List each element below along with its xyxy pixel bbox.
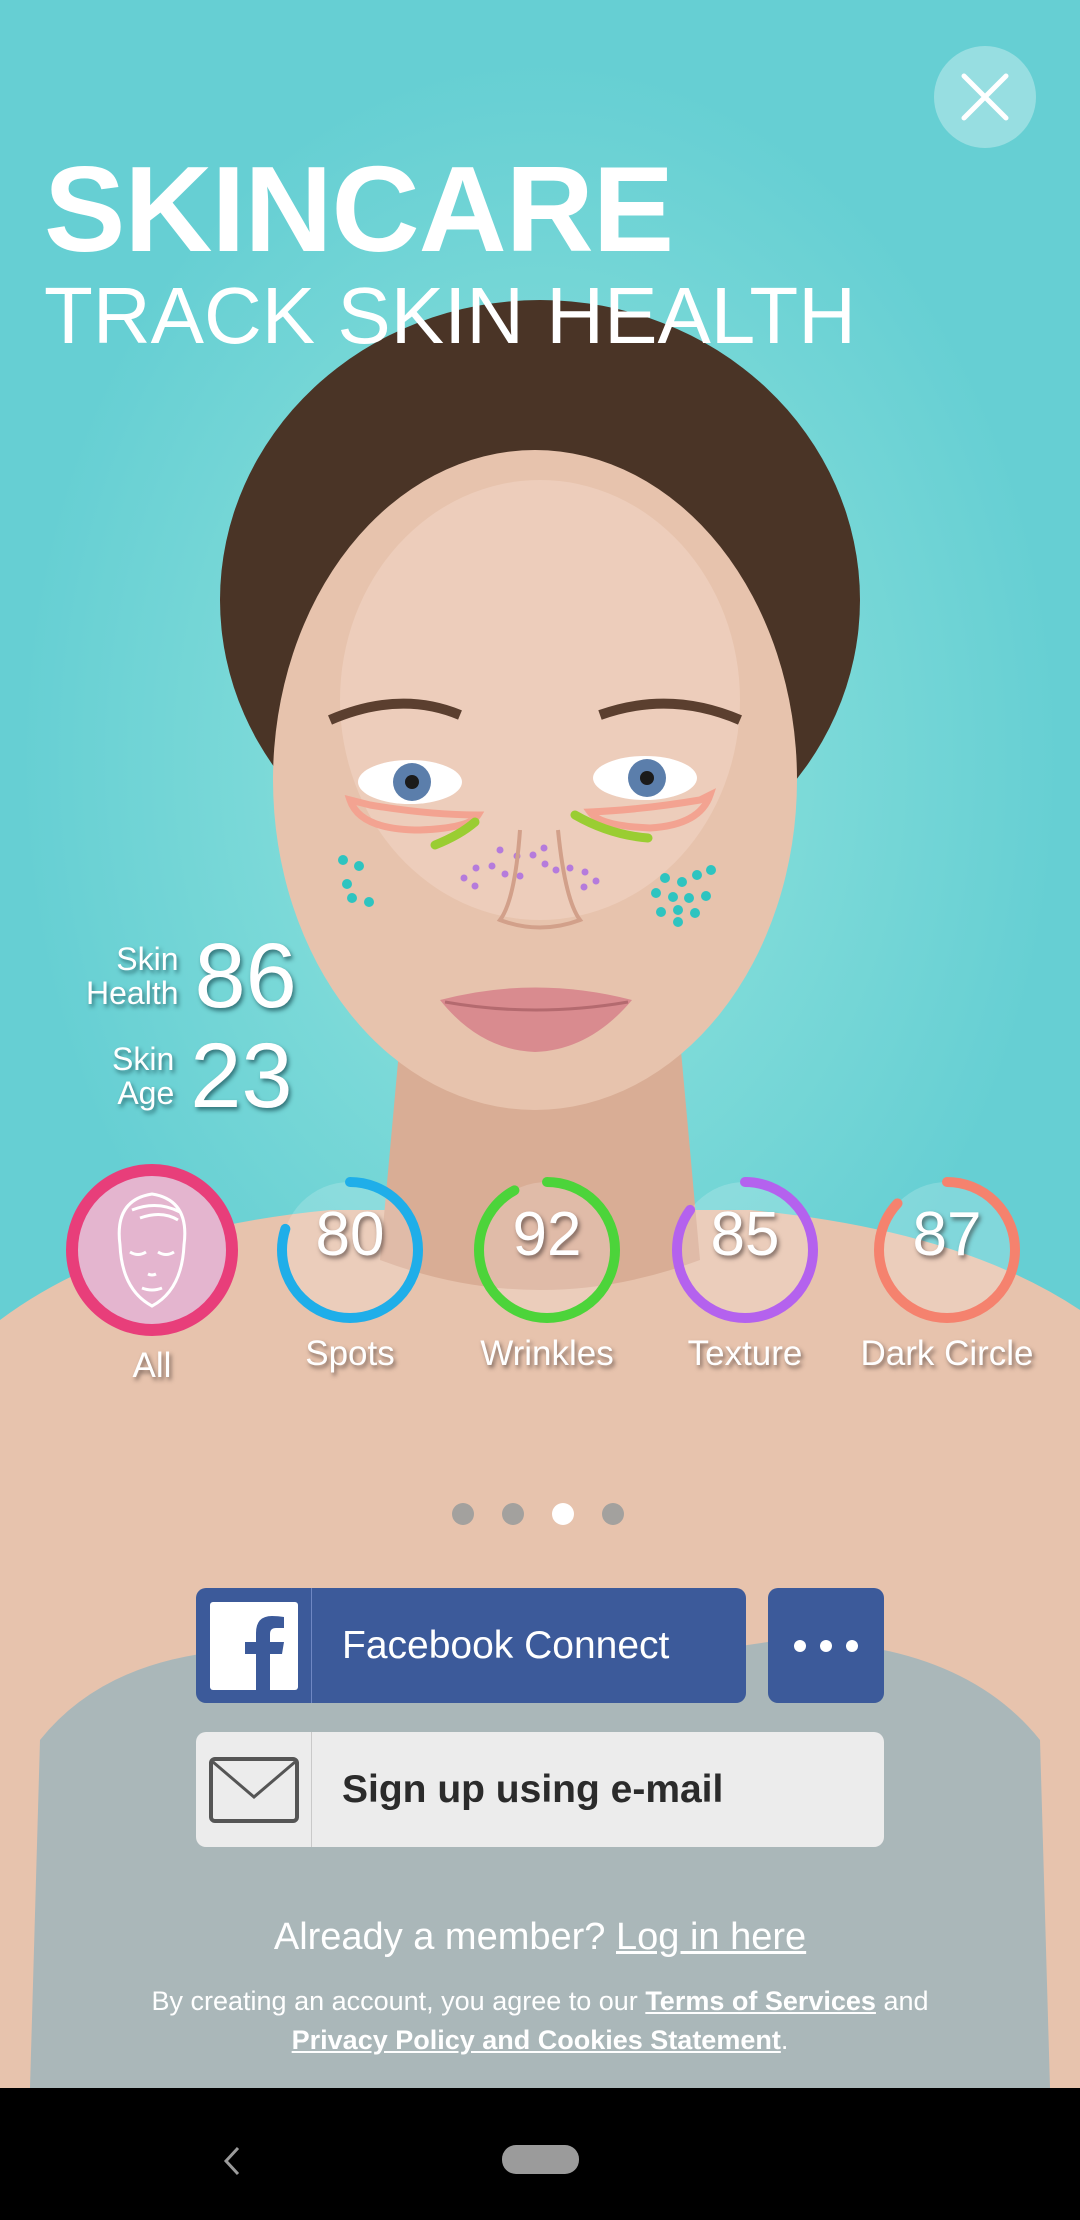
login-link[interactable]: Log in here [616, 1916, 806, 1958]
home-pill-icon[interactable] [502, 2145, 579, 2174]
legal-and: and [875, 1986, 929, 2016]
page-subtitle: TRACK SKIN HEALTH [44, 271, 856, 360]
mail-icon [208, 1756, 299, 1823]
skin-age-label-line1: Skin [112, 1041, 175, 1077]
legal-suffix: . [780, 2025, 789, 2055]
metric-label: Texture [687, 1334, 803, 1373]
metric-label: Wrinkles [480, 1334, 614, 1373]
more-options-button[interactable] [768, 1588, 884, 1703]
close-icon [961, 73, 1009, 121]
more-horizontal-icon-dot [820, 1639, 832, 1652]
metric-tab-all[interactable]: All [52, 1160, 252, 1386]
metric-value: 92 [512, 1200, 582, 1269]
system-navigation-bar [0, 2088, 1080, 2220]
metric-tab-spots[interactable]: 80 Spots [250, 1170, 450, 1374]
email-signup-label: Sign up using e-mail [342, 1767, 724, 1811]
member-text: Already a member? [273, 1916, 616, 1958]
facebook-connect-label: Facebook Connect [342, 1623, 670, 1667]
metric-label: Dark Circle [860, 1334, 1034, 1373]
skin-health-label-line2: Health [86, 975, 179, 1011]
more-horizontal-icon-dot [794, 1639, 806, 1652]
all-ring [66, 1164, 238, 1336]
metric-tab-texture[interactable]: 85 Texture [645, 1170, 845, 1374]
legal-notice: By creating an account, you agree to our… [0, 1982, 1080, 2060]
facebook-connect-button[interactable]: Facebook Connect [196, 1588, 746, 1703]
page-dot-active[interactable] [552, 1503, 574, 1525]
signup-screen: SKINCARE TRACK SKIN HEALTH Skin Health 8… [0, 0, 1080, 2088]
email-signup-button[interactable]: Sign up using e-mail [196, 1732, 884, 1847]
skin-health-label-line1: Skin [116, 941, 179, 977]
metric-value: 80 [315, 1200, 385, 1269]
metric-tab-dark-circle[interactable]: 87 Dark Circle [842, 1170, 1052, 1374]
page-dot[interactable] [452, 1503, 474, 1525]
skin-age-score: Skin Age 23 [112, 1030, 293, 1122]
metric-label: All [132, 1346, 172, 1385]
page-dot[interactable] [502, 1503, 524, 1525]
close-button[interactable] [934, 46, 1036, 148]
back-icon[interactable] [222, 2146, 242, 2176]
skin-age-label-line2: Age [117, 1075, 175, 1111]
metric-label: Spots [305, 1334, 395, 1373]
login-prompt: Already a member? Log in here [0, 1916, 1080, 1959]
metric-tab-wrinkles[interactable]: 92 Wrinkles [447, 1170, 647, 1374]
metric-value: 87 [912, 1200, 982, 1269]
page-indicator [452, 1503, 624, 1525]
page-title: SKINCARE [44, 141, 674, 277]
skin-health-score: Skin Health 86 [86, 930, 297, 1022]
facebook-icon [209, 1601, 298, 1690]
metric-value: 85 [710, 1200, 780, 1269]
skin-age-value: 23 [190, 1025, 293, 1127]
legal-prefix: By creating an account, you agree to our [151, 1986, 646, 2016]
page-dot[interactable] [602, 1503, 624, 1525]
skin-health-value: 86 [194, 925, 297, 1027]
more-horizontal-icon-dot [846, 1639, 858, 1652]
privacy-link[interactable]: Privacy Policy and Cookies Statement [292, 2025, 781, 2055]
terms-link[interactable]: Terms of Services [645, 1986, 876, 2016]
